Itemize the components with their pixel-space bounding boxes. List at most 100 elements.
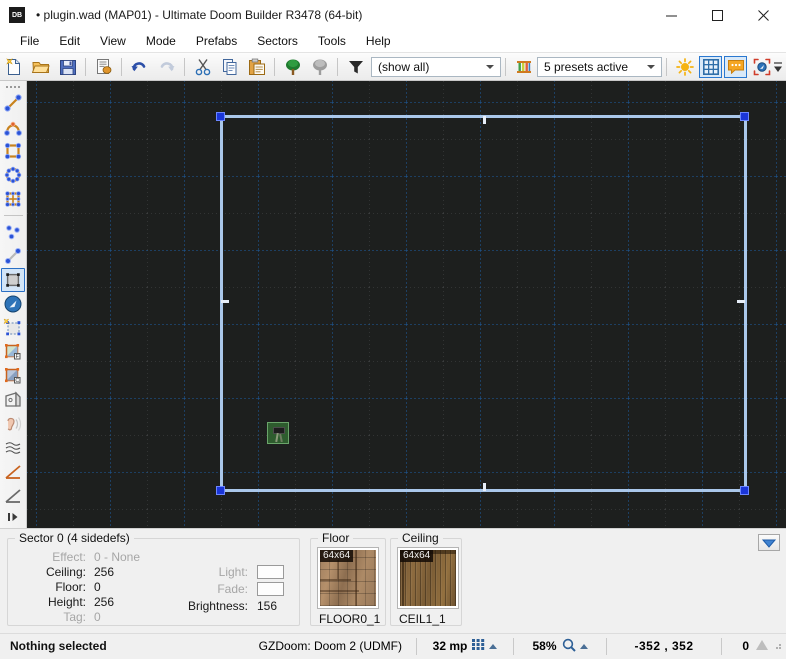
vertex-bottom-left[interactable] [216,486,225,495]
new-map-icon[interactable] [1,55,26,79]
menu-help[interactable]: Help [356,31,401,51]
toolbar-separator [85,58,86,76]
fade-color-swatch[interactable] [257,582,284,596]
toolbar-separator [666,58,667,76]
field-light-label: Light: [153,565,248,579]
floor-texture[interactable]: 64x64 FLOOR0_1 [317,547,380,626]
linedef-tick-right [737,300,745,303]
light-color-swatch[interactable] [257,565,284,579]
save-map-icon[interactable] [55,55,80,79]
minimize-button[interactable] [648,0,694,30]
field-brightness-label: Brightness: [133,599,248,613]
slope-floor-icon[interactable] [1,460,25,484]
linedef-tick-bottom [483,483,486,491]
menu-tools[interactable]: Tools [308,31,356,51]
brightness-sun-icon[interactable] [672,55,697,79]
thing-filter-select[interactable]: (show all) [371,57,501,77]
grid-view-icon[interactable] [699,56,722,78]
menu-file[interactable]: File [10,31,49,51]
ceiling-texture-name: CEIL1_1 [397,612,459,626]
presets-select[interactable]: 5 presets active [537,57,662,77]
things-mode-icon[interactable] [1,292,25,316]
vertex-top-right[interactable] [740,112,749,121]
draw-ellipse-icon[interactable] [1,163,25,187]
toolbar-divider [4,215,23,216]
slope-ceiling-icon[interactable] [1,484,25,508]
status-engine-label: GZDoom: Doom 2 (UDMF) [259,639,402,653]
vertex-top-left[interactable] [216,112,225,121]
zoom-spinner-up-icon[interactable] [580,644,588,649]
menu-view[interactable]: View [90,31,136,51]
main-toolbar: (show all) 5 presets active [0,53,786,81]
sectors-mode-icon[interactable] [1,268,25,292]
texture-align-floor-icon[interactable]: F [1,340,25,364]
toolbar-overflow-button[interactable] [772,53,784,80]
field-effect-value: 0 - None [94,550,140,564]
floor-texture-frame[interactable]: 64x64 [317,547,379,609]
expand-toolbar-icon[interactable] [4,511,22,526]
sound-environment-icon[interactable] [1,412,25,436]
paste-icon[interactable] [244,55,269,79]
draw-lines-icon[interactable] [1,91,25,115]
thing-filter-grey-icon[interactable] [307,55,332,79]
vertex-bottom-right[interactable] [740,486,749,495]
open-map-icon[interactable] [28,55,53,79]
visual-mode-icon[interactable] [1,388,25,412]
linedef-right[interactable] [744,115,747,491]
menu-mode[interactable]: Mode [136,31,186,51]
ceiling-texture-image: 64x64 [400,550,456,606]
presets-icon[interactable] [511,55,536,79]
copy-icon[interactable] [217,55,242,79]
memory-spinner-up-icon[interactable] [489,644,497,649]
texture-align-ceiling-icon[interactable]: C [1,364,25,388]
toolbar-separator [337,58,338,76]
filter-funnel-icon[interactable] [343,55,368,79]
thing-filter-value: (show all) [378,60,429,74]
thing-filter-tree-icon[interactable] [280,55,305,79]
comments-bubble-icon[interactable] [724,56,747,78]
edit-selection-icon[interactable] [1,316,25,340]
ceiling-texture-frame[interactable]: 64x64 [397,547,459,609]
cut-icon[interactable] [190,55,215,79]
svg-text:C: C [15,378,19,384]
linedef-tick-top [483,116,486,124]
close-button[interactable] [740,0,786,30]
panel-collapse-button[interactable] [758,534,780,551]
window-title: • plugin.wad (MAP01) - Ultimate Doom Bui… [36,8,362,22]
field-brightness-value: 156 [257,599,277,613]
draw-grid-icon[interactable] [1,187,25,211]
undo-icon[interactable] [127,55,152,79]
field-tag-value: 0 [94,610,101,624]
title-bar: DB • plugin.wad (MAP01) - Ultimate Doom … [0,0,786,30]
redo-icon[interactable] [154,55,179,79]
svg-text:F: F [16,354,19,360]
floor-texture-size: 64x64 [320,550,353,562]
script-editor-icon[interactable] [91,55,116,79]
menu-sectors[interactable]: Sectors [247,31,308,51]
status-message: Nothing selected [0,634,115,659]
menu-prefabs[interactable]: Prefabs [186,31,247,51]
status-memory[interactable]: 32 mp [417,634,513,659]
menu-edit[interactable]: Edit [49,31,90,51]
field-effect-label: Effect: [16,550,86,564]
sector-layers-icon[interactable] [1,436,25,460]
draw-curve-icon[interactable] [1,115,25,139]
linedef-left[interactable] [220,115,223,491]
player-start-thing[interactable] [267,422,289,444]
resize-grip-icon[interactable] [772,639,782,653]
maximize-button[interactable] [694,0,740,30]
vertices-mode-icon[interactable] [1,220,25,244]
status-zoom[interactable]: 58% [514,634,606,659]
field-ceiling-value: 256 [94,565,114,579]
draw-rectangle-icon[interactable] [1,139,25,163]
toolbar-separator [274,58,275,76]
thing-sprite-weapon [279,434,283,442]
sector-info-panel: Sector 0 (4 sidedefs) Effect: 0 - None C… [0,528,786,633]
ceiling-texture[interactable]: 64x64 CEIL1_1 [397,547,459,626]
toolbar-grip [0,83,26,91]
fit-to-screen-icon[interactable] [749,55,774,79]
ceiling-groupbox: Ceiling 64x64 CEIL1_1 [390,538,462,626]
linedefs-mode-icon[interactable] [1,244,25,268]
map-canvas[interactable] [27,81,786,528]
window-controls [648,0,786,30]
